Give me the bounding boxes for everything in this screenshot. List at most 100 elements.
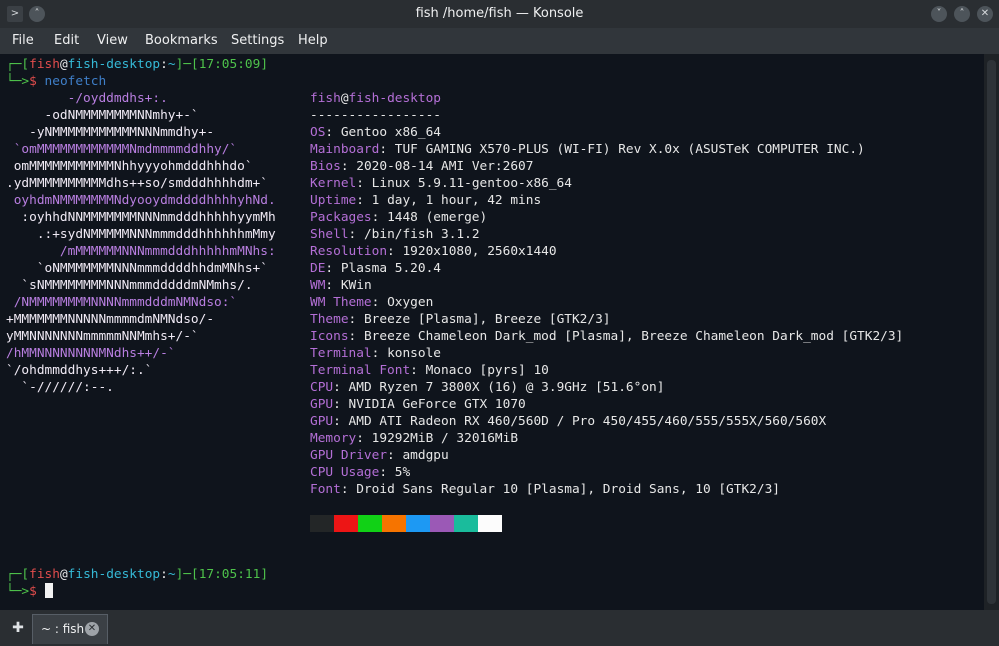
info-value: KWin [340, 278, 372, 293]
info-key: Uptime [310, 193, 357, 208]
ascii-art-line: yMMNNNNNNNmmmmmNNMmhs+/-` [6, 329, 199, 344]
info-row: Font: Droid Sans Regular 10 [Plasma], Dr… [310, 482, 780, 497]
info-key: Mainboard [310, 142, 380, 157]
palette-swatch [478, 515, 502, 532]
info-key: Terminal Font [310, 363, 411, 378]
close-button[interactable]: ✕ [977, 6, 993, 22]
ascii-art-line: .:+sydNMMMMMNNNmmmdddhhhhhhmMmy [6, 227, 276, 242]
palette-swatch [334, 515, 358, 532]
tab-label: ~ : fish [41, 622, 85, 636]
info-key: DE [310, 261, 326, 276]
palette-swatch [430, 515, 454, 532]
info-key: CPU Usage [310, 465, 380, 480]
info-row: OS: Gentoo x86_64 [310, 125, 442, 140]
menu-bookmarks[interactable]: Bookmarks [145, 28, 218, 54]
palette-swatch [406, 515, 430, 532]
prompt-line: ┌─[fish@fish-desktop:~]─[17:05:09] [6, 57, 269, 72]
info-value: Monaco [pyrs] 10 [425, 363, 549, 378]
ascii-art-line: `/ohdmmddhys+++/:.` [6, 363, 153, 378]
info-row: CPU Usage: 5% [310, 465, 411, 480]
info-row: Memory: 19292MiB / 32016MiB [310, 431, 519, 446]
new-tab-icon[interactable]: ✚ [8, 618, 28, 638]
info-row: GPU Driver: amdgpu [310, 448, 449, 463]
menu-file[interactable]: File [12, 28, 34, 54]
info-value: Gentoo x86_64 [340, 125, 442, 140]
info-value: Breeze Chameleon Dark_mod [Plasma], Bree… [363, 329, 904, 344]
info-key: Memory [310, 431, 357, 446]
info-value: konsole [387, 346, 441, 361]
menu-view[interactable]: View [97, 28, 128, 54]
info-key: Resolution [310, 244, 388, 259]
ascii-art-line: /mMMMMMMNNNmmmdddhhhhhmMNhs: [6, 244, 276, 259]
info-value: Plasma 5.20.4 [340, 261, 442, 276]
ascii-art-line: -odNMMMMMMMMNNmhy+-` [6, 108, 199, 123]
info-row: GPU: NVIDIA GeForce GTX 1070 [310, 397, 526, 412]
window-title: fish /home/fish — Konsole [415, 6, 584, 21]
info-key: Terminal [310, 346, 372, 361]
info-value: amdgpu [402, 448, 449, 463]
info-key: GPU Driver [310, 448, 388, 463]
info-key: GPU [310, 414, 334, 429]
info-value: Droid Sans Regular 10 [Plasma], Droid Sa… [356, 482, 780, 497]
info-row: Theme: Breeze [Plasma], Breeze [GTK2/3] [310, 312, 611, 327]
info-header: fish@fish-desktop [310, 91, 441, 106]
info-key: OS [310, 125, 326, 140]
info-value: TUF GAMING X570-PLUS (WI-FI) Rev X.0x (A… [394, 142, 865, 157]
palette-swatch [358, 515, 382, 532]
ascii-art-line: +MMMMMMMNNNNNmmmmdmNMNdso/- [6, 312, 215, 327]
info-row: WM Theme: Oxygen [310, 295, 434, 310]
info-key: Bios [310, 159, 341, 174]
palette-swatch [382, 515, 406, 532]
minimize-button[interactable]: ˅ [931, 6, 947, 22]
info-value: Oxygen [387, 295, 434, 310]
info-key: WM Theme [310, 295, 372, 310]
info-value: /bin/fish 3.1.2 [363, 227, 480, 242]
menu-settings[interactable]: Settings [231, 28, 284, 54]
command-line: └─>$ neofetch [6, 74, 107, 89]
ascii-art-line: .ydMMMMMMMMMMdhs++so/smdddhhhhdm+` [6, 176, 268, 191]
info-value: 5% [394, 465, 411, 480]
ascii-art-line: /NMMMMMMMMNNNNmmmdddmNMNdso:` [6, 295, 238, 310]
info-row: Terminal Font: Monaco [pyrs] 10 [310, 363, 549, 378]
scrollbar[interactable] [984, 54, 999, 610]
maximize-button[interactable]: ˄ [954, 6, 970, 22]
ascii-art-line: `omMMMMMMMMMMMMNmdmmmmddhhy/` [6, 142, 238, 157]
ascii-art-line: -yNMMMMMMMMMMMNNNmmdhy+- [6, 125, 215, 140]
ascii-art-line: `-//////:--. [6, 380, 114, 395]
close-icon[interactable]: ✕ [85, 622, 99, 636]
info-row: Uptime: 1 day, 1 hour, 42 mins [310, 193, 542, 208]
tab-fish[interactable]: ~ : fish ✕ [32, 614, 108, 644]
title-bar: > ˄ fish /home/fish — Konsole ˅ ˄ ✕ [0, 0, 999, 28]
info-row: WM: KWin [310, 278, 372, 293]
info-row: Shell: /bin/fish 3.1.2 [310, 227, 480, 242]
ascii-art-line: omMMMMMMMMMMMNhhyyyohmdddhhhdo` [6, 159, 253, 174]
info-row: DE: Plasma 5.20.4 [310, 261, 442, 276]
info-row: GPU: AMD ATI Radeon RX 460/560D / Pro 45… [310, 414, 827, 429]
info-key: WM [310, 278, 326, 293]
ascii-art-line: `sNMMMMMMMMNNNmmmdddddmNMmhs/. [6, 278, 253, 293]
info-value: Linux 5.9.11-gentoo-x86_64 [371, 176, 572, 191]
info-key: Packages [310, 210, 372, 225]
menu-edit[interactable]: Edit [54, 28, 79, 54]
info-row: Terminal: konsole [310, 346, 441, 361]
palette-swatch [454, 515, 478, 532]
menu-bar: File Edit View Bookmarks Settings Help [0, 28, 999, 54]
info-row: CPU: AMD Ryzen 7 3800X (16) @ 3.9GHz [51… [310, 380, 665, 395]
info-value: Breeze [Plasma], Breeze [GTK2/3] [363, 312, 611, 327]
prompt-line: ┌─[fish@fish-desktop:~]─[17:05:11] [6, 567, 269, 582]
menu-help[interactable]: Help [298, 28, 328, 54]
input-line[interactable]: └─>$ [6, 583, 53, 600]
info-row: Mainboard: TUF GAMING X570-PLUS (WI-FI) … [310, 142, 865, 157]
info-row: Resolution: 1920x1080, 2560x1440 [310, 244, 557, 259]
info-row: Icons: Breeze Chameleon Dark_mod [Plasma… [310, 329, 904, 344]
info-key: Shell [310, 227, 349, 242]
scrollbar-thumb[interactable] [987, 60, 996, 604]
info-key: Theme [310, 312, 349, 327]
ascii-art-line: /hMMNNNNNNNNMNdhs++/-` [6, 346, 176, 361]
ascii-art-line: :oyhhdNNMMMMMMMNNNmmdddhhhhhyymMh [6, 210, 276, 225]
info-key: GPU [310, 397, 334, 412]
ascii-art-line: -/oyddmdhs+:. [6, 91, 168, 106]
terminal-area[interactable]: ┌─[fish@fish-desktop:~]─[17:05:09] └─>$ … [0, 54, 984, 610]
palette-swatch [310, 515, 334, 532]
text-cursor [44, 583, 53, 598]
